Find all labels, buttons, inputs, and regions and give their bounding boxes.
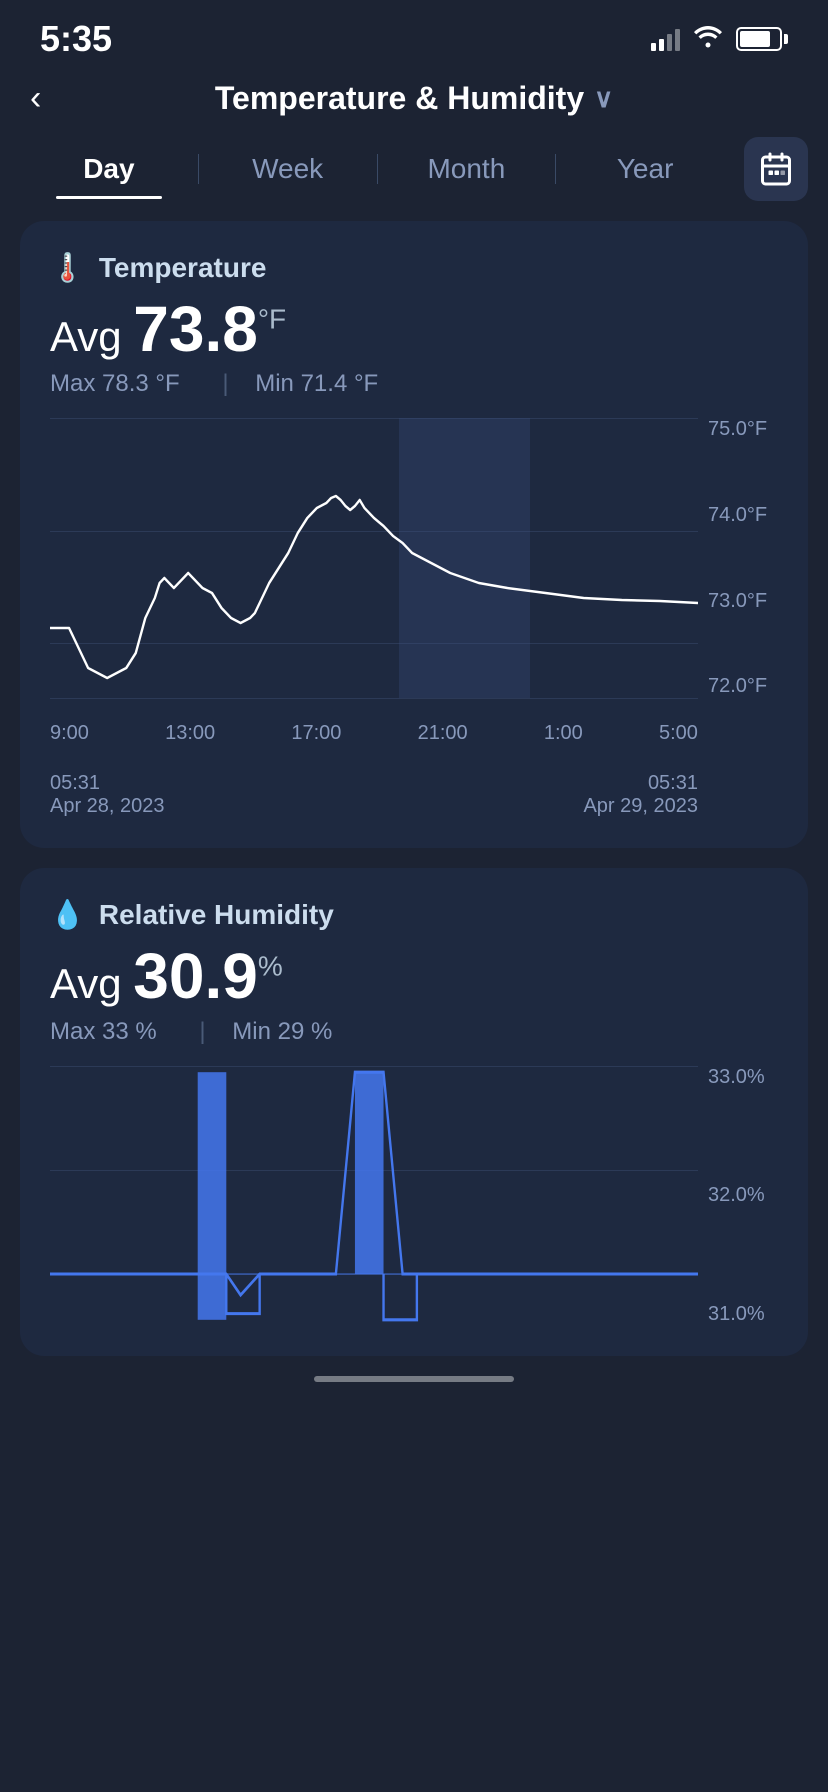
humidity-avg-unit: % (258, 951, 283, 982)
x-label-5: 1:00 (544, 722, 583, 745)
back-button[interactable]: ‹ (30, 79, 41, 118)
y-label-3: 73.0°F (708, 590, 778, 613)
temp-max: Max 78.3 °F (50, 370, 180, 397)
minmax-divider: | (222, 370, 228, 397)
date-end: 05:31 Apr 29, 2023 (583, 772, 698, 818)
status-bar: 5:35 (0, 0, 828, 70)
humidity-chart: 33.0% 32.0% 31.0% (50, 1066, 778, 1326)
tab-bar: Day Week Month Year (0, 137, 828, 201)
humidity-card: 💧 Relative Humidity Avg 30.9% Max 33 % |… (20, 868, 808, 1355)
page-title: Temperature & Humidity ∨ (215, 80, 613, 117)
h-y-label-3: 31.0% (708, 1303, 778, 1326)
x-label-4: 21:00 (418, 722, 468, 745)
humidity-avg-label: Avg (50, 960, 133, 1007)
humidity-avg-number: 30.9 (133, 940, 258, 1012)
h-y-label-2: 32.0% (708, 1184, 778, 1207)
avg-number: 73.8 (133, 293, 258, 365)
tab-month[interactable]: Month (378, 139, 556, 199)
title-text: Temperature & Humidity (215, 80, 584, 117)
x-label-6: 5:00 (659, 722, 698, 745)
status-time: 5:35 (40, 18, 112, 60)
grid-line-4 (50, 698, 698, 699)
date-start-time: 05:31 (50, 772, 165, 795)
humidity-divider: | (199, 1018, 205, 1045)
humidity-svg (50, 1066, 698, 1326)
y-axis-labels: 75.0°F 74.0°F 73.0°F 72.0°F (698, 418, 778, 698)
battery-icon (736, 27, 788, 51)
humidity-header: 💧 Relative Humidity (50, 898, 778, 931)
humidity-title: Relative Humidity (99, 899, 334, 931)
thermometer-icon: 🌡️ (50, 251, 85, 284)
date-end-date: Apr 29, 2023 (583, 795, 698, 818)
date-start: 05:31 Apr 28, 2023 (50, 772, 165, 818)
temp-min: Min 71.4 °F (255, 370, 378, 397)
y-label-4: 72.0°F (708, 675, 778, 698)
h-y-label-1: 33.0% (708, 1066, 778, 1089)
temperature-header: 🌡️ Temperature (50, 251, 778, 284)
temperature-title: Temperature (99, 252, 267, 284)
y-label-2: 74.0°F (708, 504, 778, 527)
temperature-svg (50, 418, 698, 698)
signal-icon (651, 27, 680, 51)
calendar-button[interactable] (744, 137, 808, 201)
humidity-y-labels: 33.0% 32.0% 31.0% (698, 1066, 778, 1326)
chevron-down-icon[interactable]: ∨ (594, 83, 613, 114)
y-label-1: 75.0°F (708, 418, 778, 441)
calendar-icon (758, 151, 794, 187)
scroll-indicator (314, 1376, 514, 1382)
humidity-minmax: Max 33 % | Min 29 % (50, 1018, 778, 1046)
temperature-minmax: Max 78.3 °F | Min 71.4 °F (50, 370, 778, 398)
tab-year[interactable]: Year (556, 139, 734, 199)
wifi-icon (694, 26, 722, 53)
avg-label: Avg (50, 313, 133, 360)
temperature-chart: 75.0°F 74.0°F 73.0°F 72.0°F 9:00 13:00 1… (50, 418, 778, 758)
header: ‹ Temperature & Humidity ∨ (0, 70, 828, 137)
x-label-1: 9:00 (50, 722, 89, 745)
humidity-max: Max 33 % (50, 1018, 157, 1045)
date-range: 05:31 Apr 28, 2023 05:31 Apr 29, 2023 (50, 772, 778, 818)
temperature-avg: Avg 73.8°F (50, 294, 778, 364)
status-icons (651, 26, 788, 53)
date-end-time: 05:31 (583, 772, 698, 795)
date-start-date: Apr 28, 2023 (50, 795, 165, 818)
humidity-min: Min 29 % (232, 1018, 332, 1045)
x-label-2: 13:00 (165, 722, 215, 745)
tab-day[interactable]: Day (20, 139, 198, 199)
temperature-card: 🌡️ Temperature Avg 73.8°F Max 78.3 °F | … (20, 221, 808, 848)
tab-week[interactable]: Week (199, 139, 377, 199)
avg-unit: °F (258, 304, 286, 335)
humidity-avg: Avg 30.9% (50, 941, 778, 1011)
x-axis-labels: 9:00 13:00 17:00 21:00 1:00 5:00 (50, 708, 698, 758)
x-label-3: 17:00 (291, 722, 341, 745)
humidity-icon: 💧 (50, 898, 85, 931)
